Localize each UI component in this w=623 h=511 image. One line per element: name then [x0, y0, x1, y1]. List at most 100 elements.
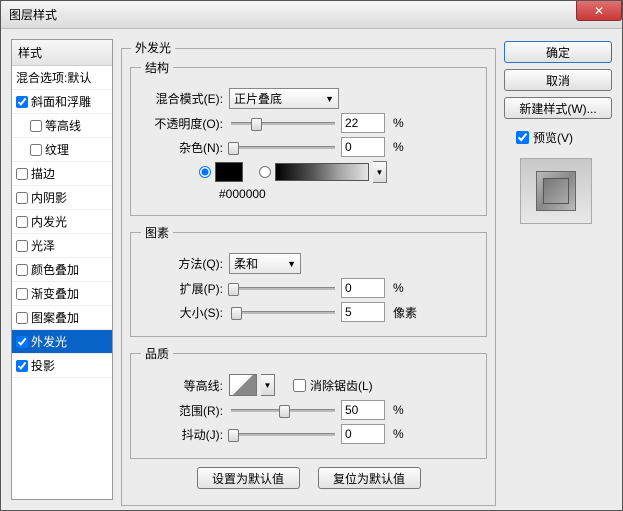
- size-input[interactable]: [341, 302, 385, 322]
- jitter-unit: %: [393, 427, 404, 441]
- range-input[interactable]: [341, 400, 385, 420]
- opacity-slider[interactable]: [231, 122, 335, 125]
- range-label: 范围(R):: [141, 402, 225, 419]
- preview-checkbox[interactable]: [516, 131, 529, 144]
- style-checkbox[interactable]: [16, 240, 28, 252]
- style-label: 投影: [31, 357, 55, 374]
- style-checkbox[interactable]: [16, 264, 28, 276]
- style-item-9[interactable]: 图案叠加: [12, 306, 112, 330]
- set-default-button[interactable]: 设置为默认值: [197, 467, 300, 489]
- preview-label: 预览(V): [533, 129, 573, 146]
- antialias-checkbox[interactable]: [293, 379, 306, 392]
- close-icon: ✕: [594, 4, 604, 18]
- style-label: 内阴影: [31, 189, 67, 206]
- gradient-radio[interactable]: [259, 166, 271, 178]
- spread-unit: %: [393, 281, 404, 295]
- color-radio[interactable]: [199, 166, 211, 178]
- style-item-8[interactable]: 渐变叠加: [12, 282, 112, 306]
- contour-swatch[interactable]: [229, 374, 257, 396]
- range-unit: %: [393, 403, 404, 417]
- titlebar: 图层样式 ✕: [1, 1, 622, 29]
- size-slider[interactable]: [231, 311, 335, 314]
- spread-input[interactable]: [341, 278, 385, 298]
- style-item-4[interactable]: 内阴影: [12, 186, 112, 210]
- jitter-slider[interactable]: [231, 433, 335, 436]
- slider-thumb[interactable]: [228, 429, 239, 442]
- style-label: 斜面和浮雕: [31, 93, 91, 110]
- size-unit: 像素: [393, 304, 417, 321]
- slider-thumb[interactable]: [251, 118, 262, 131]
- chevron-down-icon: ▼: [325, 94, 334, 104]
- gradient-dropdown-icon[interactable]: ▼: [373, 161, 387, 183]
- blend-mode-label: 混合模式(E):: [141, 90, 225, 107]
- style-label: 颜色叠加: [31, 261, 79, 278]
- style-checkbox[interactable]: [30, 120, 42, 132]
- style-item-0[interactable]: 斜面和浮雕: [12, 90, 112, 114]
- size-label: 大小(S):: [141, 304, 225, 321]
- slider-thumb[interactable]: [231, 307, 242, 320]
- styles-list-panel: 样式 混合选项:默认 斜面和浮雕等高线纹理描边内阴影内发光光泽颜色叠加渐变叠加图…: [11, 39, 113, 500]
- options-panel: 外发光 结构 混合模式(E): 正片叠底 ▼ 不透明度(O):: [121, 39, 496, 500]
- style-label: 等高线: [45, 117, 81, 134]
- style-checkbox[interactable]: [16, 336, 28, 348]
- blend-mode-select[interactable]: 正片叠底 ▼: [229, 88, 339, 109]
- style-label: 描边: [31, 165, 55, 182]
- method-select[interactable]: 柔和 ▼: [229, 253, 301, 274]
- style-checkbox[interactable]: [16, 96, 28, 108]
- blending-options-item[interactable]: 混合选项:默认: [12, 66, 112, 90]
- opacity-unit: %: [393, 116, 404, 130]
- style-item-7[interactable]: 颜色叠加: [12, 258, 112, 282]
- structure-legend: 结构: [141, 59, 173, 76]
- style-checkbox[interactable]: [16, 288, 28, 300]
- cancel-button[interactable]: 取消: [504, 69, 612, 91]
- style-checkbox[interactable]: [16, 168, 28, 180]
- jitter-input[interactable]: [341, 424, 385, 444]
- style-item-6[interactable]: 光泽: [12, 234, 112, 258]
- chevron-down-icon: ▼: [287, 259, 296, 269]
- style-label: 外发光: [31, 333, 67, 350]
- contour-dropdown-icon[interactable]: ▼: [261, 374, 275, 396]
- slider-thumb[interactable]: [279, 405, 290, 418]
- color-swatch[interactable]: [215, 162, 243, 182]
- noise-slider[interactable]: [231, 146, 335, 149]
- style-label: 图案叠加: [31, 309, 79, 326]
- method-label: 方法(Q):: [141, 255, 225, 272]
- style-checkbox[interactable]: [30, 144, 42, 156]
- noise-label: 杂色(N):: [141, 139, 225, 156]
- style-checkbox[interactable]: [16, 312, 28, 324]
- jitter-label: 抖动(J):: [141, 426, 225, 443]
- spread-slider[interactable]: [231, 287, 335, 290]
- layer-style-dialog: 图层样式 ✕ 样式 混合选项:默认 斜面和浮雕等高线纹理描边内阴影内发光光泽颜色…: [0, 0, 623, 511]
- slider-thumb[interactable]: [228, 283, 239, 296]
- close-button[interactable]: ✕: [576, 1, 622, 21]
- gradient-swatch[interactable]: [275, 163, 369, 181]
- window-title: 图层样式: [5, 6, 57, 23]
- range-slider[interactable]: [231, 409, 335, 412]
- action-panel: 确定 取消 新建样式(W)... 预览(V): [504, 39, 612, 500]
- style-item-2[interactable]: 纹理: [12, 138, 112, 162]
- preview-shape: [536, 171, 576, 211]
- opacity-input[interactable]: [341, 113, 385, 133]
- structure-group: 结构 混合模式(E): 正片叠底 ▼ 不透明度(O): %: [130, 59, 487, 216]
- new-style-button[interactable]: 新建样式(W)...: [504, 97, 612, 119]
- hex-label: #000000: [219, 187, 266, 201]
- slider-thumb[interactable]: [228, 142, 239, 155]
- style-item-1[interactable]: 等高线: [12, 114, 112, 138]
- style-checkbox[interactable]: [16, 192, 28, 204]
- style-item-10[interactable]: 外发光: [12, 330, 112, 354]
- styles-header: 样式: [12, 40, 112, 66]
- style-item-5[interactable]: 内发光: [12, 210, 112, 234]
- reset-default-button[interactable]: 复位为默认值: [318, 467, 421, 489]
- noise-input[interactable]: [341, 137, 385, 157]
- opacity-label: 不透明度(O):: [141, 115, 225, 132]
- style-label: 渐变叠加: [31, 285, 79, 302]
- ok-button[interactable]: 确定: [504, 41, 612, 63]
- style-label: 光泽: [31, 237, 55, 254]
- spread-label: 扩展(P):: [141, 280, 225, 297]
- preview-thumbnail: [520, 158, 592, 224]
- style-item-3[interactable]: 描边: [12, 162, 112, 186]
- style-checkbox[interactable]: [16, 360, 28, 372]
- style-item-11[interactable]: 投影: [12, 354, 112, 378]
- style-checkbox[interactable]: [16, 216, 28, 228]
- antialias-label: 消除锯齿(L): [310, 377, 373, 394]
